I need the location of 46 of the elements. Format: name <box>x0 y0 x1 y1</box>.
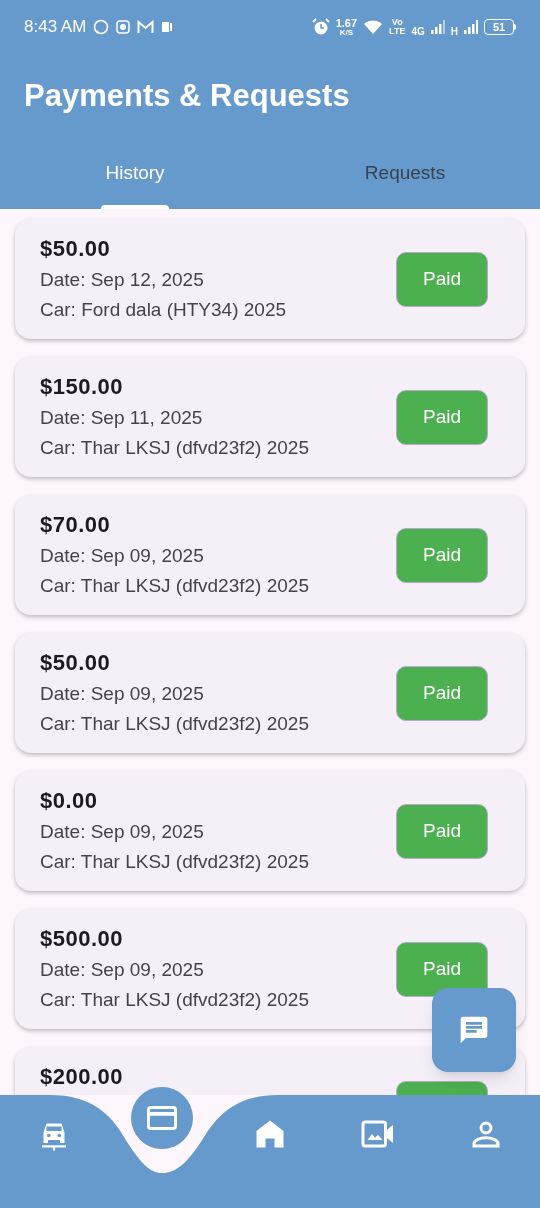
wifi-icon <box>363 19 384 35</box>
payment-car: Car: Thar LKSJ (dfvd23f2) 2025 <box>40 436 310 460</box>
status-badge[interactable]: Paid <box>396 665 488 721</box>
volte-label: Vo <box>391 18 403 27</box>
speed-value: 1.67 <box>335 17 358 29</box>
payment-car: Car: Ford dala (HTY34) 2025 <box>40 298 288 322</box>
payment-date: Date: Sep 12, 2025 <box>40 268 205 292</box>
app-icon <box>161 21 174 33</box>
payment-amount: $70.00 <box>40 511 112 539</box>
status-time: 8:43 AM <box>24 16 87 39</box>
network-label: 4G <box>411 24 425 39</box>
status-badge[interactable]: Paid <box>396 803 488 859</box>
alarm-icon <box>311 18 330 36</box>
payment-date: Date: Sep 09, 2025 <box>40 958 205 982</box>
payment-car: Car: Thar LKSJ (dfvd23f2) 2025 <box>40 850 310 874</box>
mail-icon <box>137 20 155 34</box>
payment-date: Date: Sep 11, 2025 <box>40 406 204 430</box>
payment-amount: $0.00 <box>40 787 99 815</box>
signal-icon <box>464 20 478 34</box>
app-icon <box>116 20 131 34</box>
tab[interactable]: Requests <box>270 138 540 209</box>
payment-amount: $200.00 <box>40 1063 125 1091</box>
speed-unit: K/S <box>339 28 354 37</box>
payment-date: Date: Sep 09, 2025 <box>40 544 205 568</box>
payment-car: Car: Thar LKSJ (dfvd23f2) 2025 <box>40 988 310 1012</box>
nav-button[interactable] <box>131 1087 193 1149</box>
status-badge[interactable]: Paid <box>396 251 488 307</box>
status-badge[interactable]: Paid <box>396 527 488 583</box>
payment-date: Date: Sep 09, 2025 <box>40 820 205 844</box>
battery-level: 51 <box>484 19 514 35</box>
payment-amount: $500.00 <box>40 925 125 953</box>
payment-amount: $50.00 <box>40 649 112 677</box>
tab[interactable]: History <box>0 138 270 209</box>
volte-label: LTE <box>389 27 406 36</box>
payment-car: Car: Thar LKSJ (dfvd23f2) 2025 <box>40 574 310 598</box>
payment-amount: $150.00 <box>40 373 125 401</box>
payment-car: Car: Thar LKSJ (dfvd23f2) 2025 <box>40 712 310 736</box>
payment-date: Date: Sep 09, 2025 <box>40 682 205 706</box>
tab-indicator <box>101 205 169 209</box>
signal-icon <box>430 20 445 34</box>
network-label: H <box>450 24 458 39</box>
status-badge[interactable]: Paid <box>396 941 488 997</box>
chat-button[interactable] <box>432 988 516 1072</box>
payment-amount: $50.00 <box>40 235 112 263</box>
page-title: Payments & Requests <box>24 76 350 115</box>
status-badge[interactable]: Paid <box>396 389 488 445</box>
